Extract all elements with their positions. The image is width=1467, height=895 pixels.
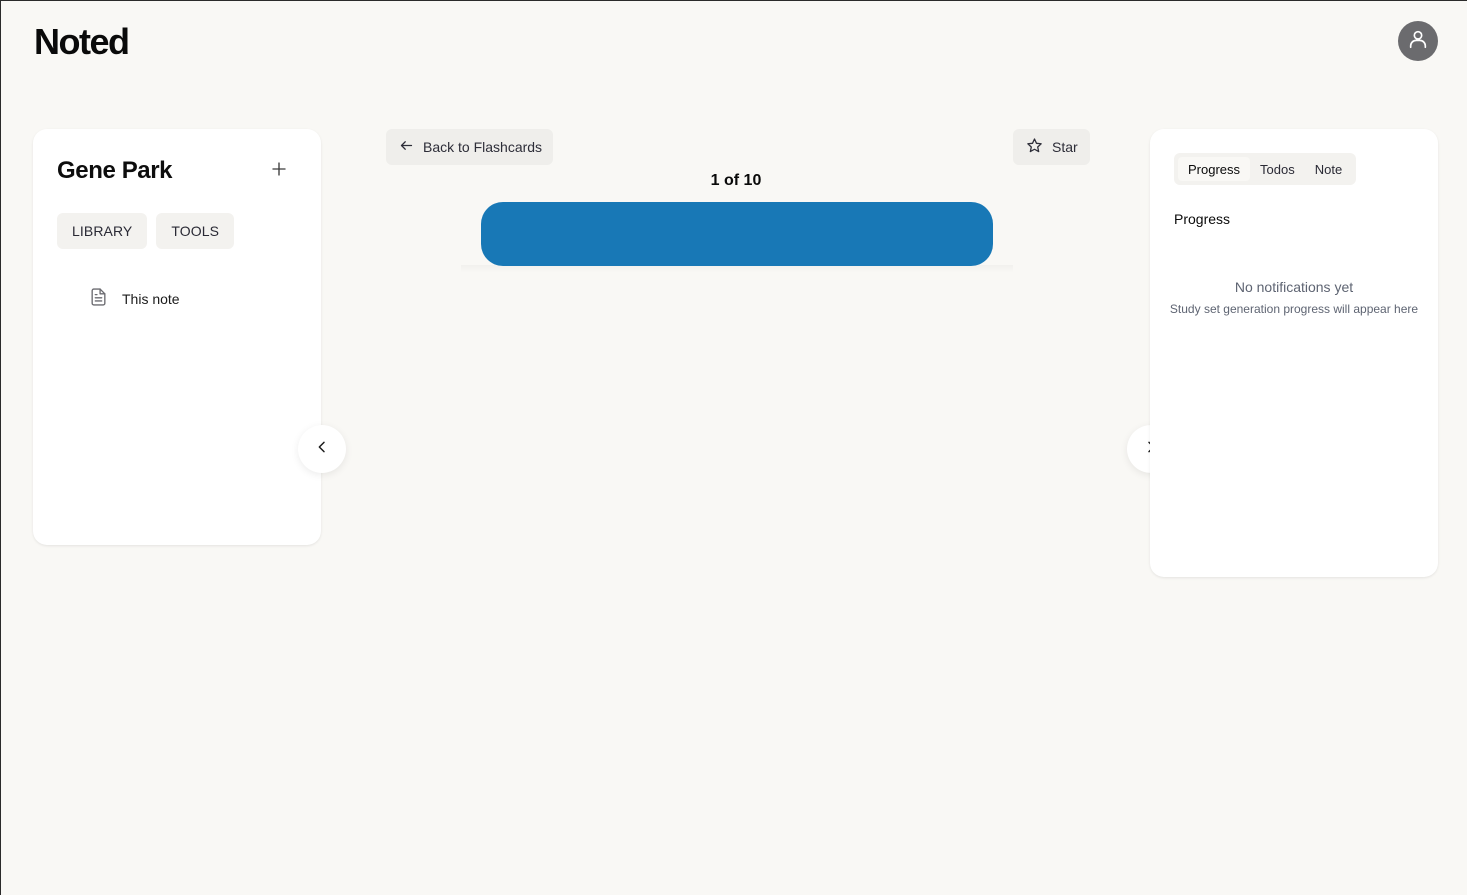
plus-icon <box>270 160 288 183</box>
empty-state-title: No notifications yet <box>1234 279 1354 295</box>
sidebar-item-this-note[interactable]: This note <box>89 287 180 310</box>
previous-card-button[interactable] <box>298 425 346 473</box>
tab-todos[interactable]: Todos <box>1250 157 1305 181</box>
star-button[interactable]: Star <box>1013 129 1090 165</box>
document-icon <box>89 287 108 310</box>
card-counter: 1 of 10 <box>710 172 762 189</box>
sidebar-item-label: This note <box>122 290 180 307</box>
card-shadow <box>461 265 1013 273</box>
chevron-left-icon <box>314 439 330 460</box>
user-icon <box>1407 28 1429 55</box>
library-sidebar: Gene Park LIBRARY TOOLS This note <box>33 129 321 545</box>
tab-note[interactable]: Note <box>1305 157 1352 181</box>
tab-progress[interactable]: Progress <box>1178 157 1251 181</box>
star-button-label: Star <box>1052 139 1078 155</box>
sidebar-user-name: Gene Park <box>57 157 173 184</box>
empty-state-subtitle: Study set generation progress will appea… <box>1169 302 1419 316</box>
user-avatar-button[interactable] <box>1398 21 1438 61</box>
arrow-left-icon <box>399 138 414 156</box>
star-icon <box>1026 137 1043 157</box>
back-to-flashcards-button[interactable]: Back to Flashcards <box>386 129 554 165</box>
library-button[interactable]: LIBRARY <box>57 213 148 249</box>
flashcard[interactable] <box>481 202 993 266</box>
app-logo: Noted <box>34 21 130 62</box>
panel-heading: Progress <box>1174 211 1231 227</box>
add-button[interactable] <box>267 159 291 183</box>
panel-tabs: Progress Todos Note <box>1174 153 1357 185</box>
tools-button[interactable]: TOOLS <box>156 213 235 249</box>
activity-panel: Progress Todos Note Progress No notifica… <box>1150 129 1438 577</box>
sidebar-section-buttons: LIBRARY TOOLS <box>57 213 235 249</box>
back-button-label: Back to Flashcards <box>423 139 543 155</box>
